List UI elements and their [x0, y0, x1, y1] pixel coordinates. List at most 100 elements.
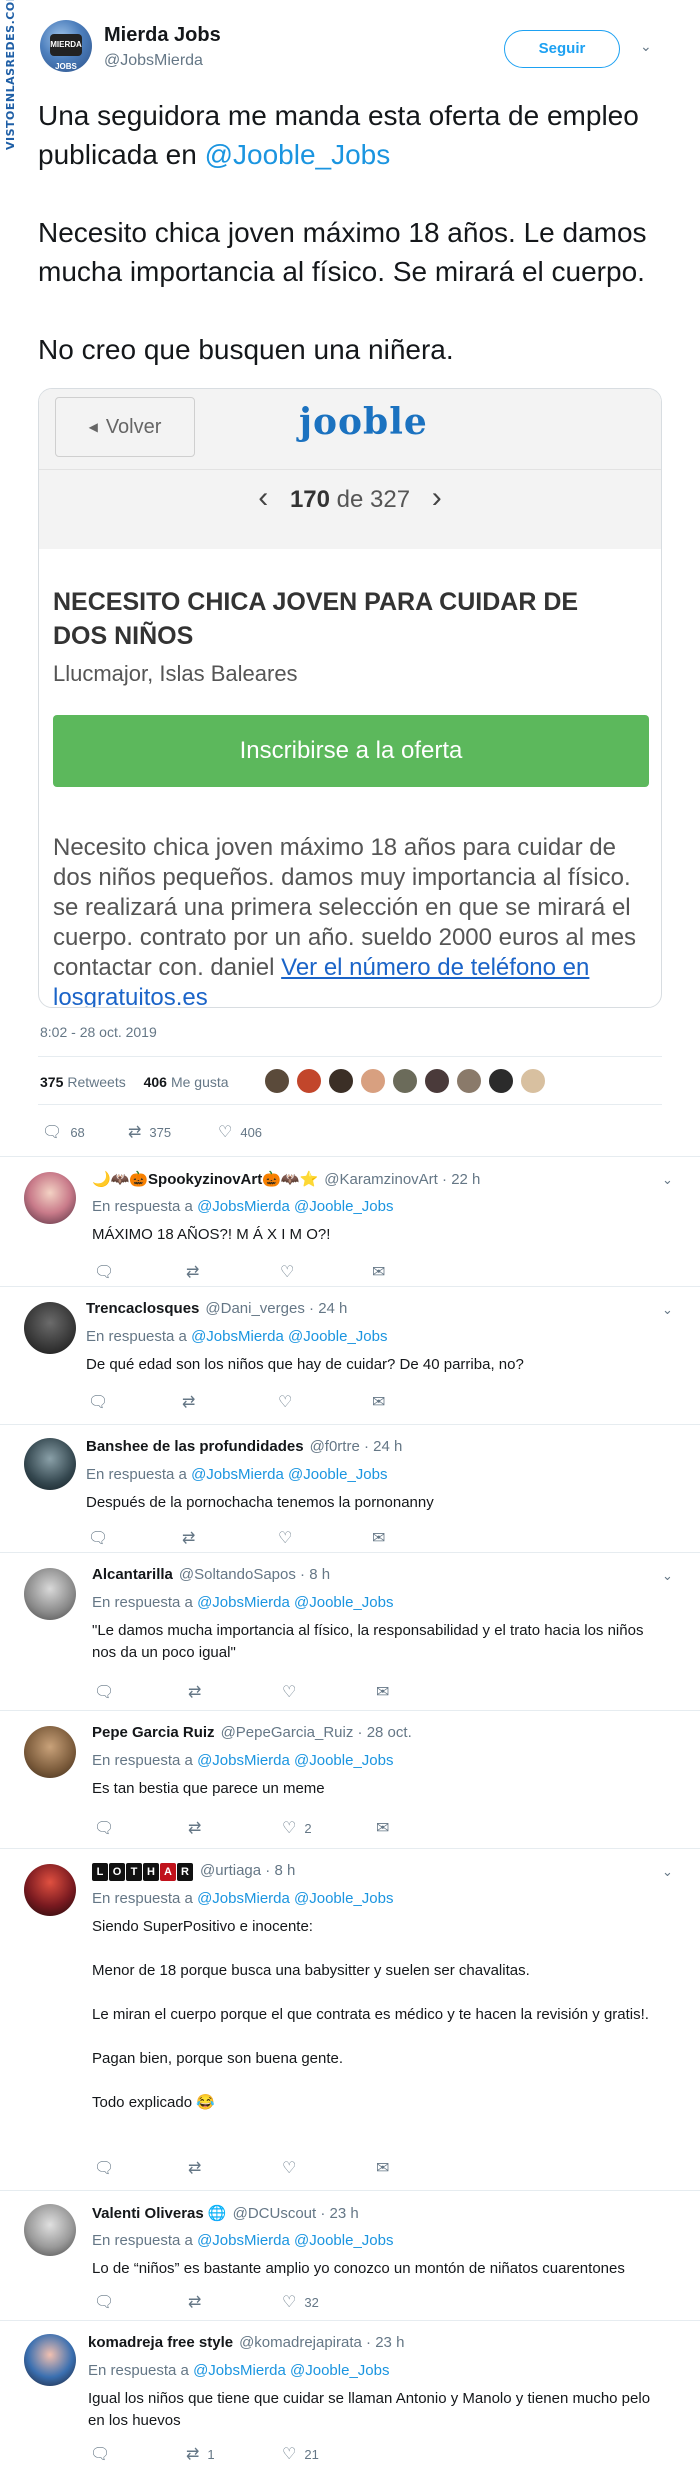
like-action[interactable]: ♡ 2	[282, 1818, 312, 1838]
mention-link[interactable]: @Jooble_Jobs	[294, 1198, 393, 1215]
reply-author[interactable]: Banshee de las profundidades	[86, 1438, 304, 1455]
avatar[interactable]	[24, 2204, 76, 2256]
retweet-count[interactable]: 375	[40, 1074, 63, 1090]
mention-link[interactable]: @JobsMierda	[197, 1752, 290, 1769]
mention-link[interactable]: @JobsMierda	[193, 2362, 286, 2379]
reply-author[interactable]: Trencaclosques	[86, 1300, 199, 1317]
mention-link[interactable]: @JobsMierda	[197, 2232, 290, 2249]
reply-action[interactable]: 🗨	[94, 2158, 114, 2178]
reply-time[interactable]: 28 oct.	[367, 1724, 412, 1741]
mention-link[interactable]: @Jooble_Jobs	[294, 1890, 393, 1907]
reply-handle[interactable]: @SoltandoSapos	[179, 1566, 296, 1583]
like-action[interactable]: ♡	[280, 1262, 294, 1282]
timestamp[interactable]: 8:02 - 28 oct. 2019	[40, 1024, 157, 1040]
chevron-down-icon[interactable]: ⌄	[640, 38, 652, 54]
reply-author[interactable]: Pepe Garcia Ruiz	[92, 1724, 215, 1741]
reply-time[interactable]: 8 h	[309, 1566, 330, 1583]
avatar[interactable]	[24, 1172, 76, 1224]
message-action[interactable]: ✉	[376, 1818, 389, 1838]
message-action[interactable]: ✉	[372, 1528, 385, 1548]
mention-link[interactable]: @JobsMierda	[191, 1328, 284, 1345]
reply-handle[interactable]: @PepeGarcia_Ruiz	[221, 1724, 354, 1741]
mention-link[interactable]: @JobsMierda	[197, 1594, 290, 1611]
reply-tweet[interactable]: komadreja free style @komadrejapirata · 2…	[0, 2320, 700, 2471]
mention-link[interactable]: @JobsMierda	[197, 1198, 290, 1215]
retweet-action[interactable]: ⇄ 1	[186, 2444, 215, 2464]
reply-action[interactable]: 🗨	[88, 1528, 108, 1548]
reply-time[interactable]: 23 h	[375, 2334, 404, 2351]
avatar[interactable]	[328, 1068, 354, 1094]
mention-link[interactable]: @JobsMierda	[191, 1466, 284, 1483]
message-action[interactable]: ✉	[376, 2158, 389, 2178]
like-action[interactable]: ♡ 32	[282, 2292, 319, 2312]
mention-link[interactable]: @Jooble_Jobs	[294, 2232, 393, 2249]
reply-action[interactable]: 🗨	[94, 2292, 114, 2312]
reply-handle[interactable]: @urtiaga	[200, 1862, 261, 1879]
chevron-down-icon[interactable]: ⌄	[662, 1568, 673, 1584]
message-action[interactable]: ✉	[372, 1262, 385, 1282]
retweet-action[interactable]: ⇄	[182, 1528, 195, 1548]
retweet-action[interactable]: ⇄	[188, 2158, 201, 2178]
reply-author[interactable]: LOTHAR	[92, 1862, 194, 1881]
retweet-action[interactable]: ⇄	[182, 1392, 195, 1412]
reply-action[interactable]: 🗨	[94, 1818, 114, 1838]
follow-button[interactable]: Seguir	[504, 30, 620, 68]
avatar[interactable]	[264, 1068, 290, 1094]
reply-author[interactable]: Valenti Oliveras 🌐	[92, 2205, 227, 2222]
avatar[interactable]	[456, 1068, 482, 1094]
reply-tweet[interactable]: Trencaclosques @Dani_verges · 24 h ⌄ En r…	[0, 1286, 700, 1424]
retweet-action[interactable]: ⇄	[188, 1818, 201, 1838]
mention-link[interactable]: @Jooble_Jobs	[205, 139, 391, 170]
avatar[interactable]	[24, 1864, 76, 1916]
reply-tweet[interactable]: Pepe Garcia Ruiz @PepeGarcia_Ruiz · 28 oc…	[0, 1710, 700, 1848]
avatar[interactable]: MIERDA JOBS	[40, 20, 92, 72]
author-handle[interactable]: @JobsMierda	[104, 52, 203, 70]
reply-action[interactable]: 🗨	[88, 1392, 108, 1412]
reply-time[interactable]: 23 h	[330, 2205, 359, 2222]
reply-author[interactable]: 🌙🦇🎃SpookyzinovArt🎃🦇⭐	[92, 1171, 318, 1188]
reply-handle[interactable]: @komadrejapirata	[239, 2334, 362, 2351]
reply-tweet[interactable]: Valenti Oliveras 🌐 @DCUscout · 23 h En re…	[0, 2190, 700, 2320]
reply-tweet[interactable]: L O T H A R @urtiaga · 8 h ⌄ En respuesta a @J…	[0, 1848, 700, 2190]
avatar[interactable]	[392, 1068, 418, 1094]
avatar[interactable]	[424, 1068, 450, 1094]
reply-handle[interactable]: @DCUscout	[233, 2205, 317, 2222]
reply-action[interactable]: 🗨 68	[42, 1122, 85, 1142]
avatar[interactable]	[24, 2334, 76, 2386]
reply-tweet[interactable]: Banshee de las profundidades @f0rtre · 24…	[0, 1424, 700, 1552]
retweet-action[interactable]: ⇄	[188, 2292, 201, 2312]
avatar[interactable]	[24, 1568, 76, 1620]
avatar[interactable]	[296, 1068, 322, 1094]
reply-action[interactable]: 🗨	[94, 1262, 114, 1282]
reply-author[interactable]: Alcantarilla	[92, 1566, 173, 1583]
chevron-down-icon[interactable]: ⌄	[662, 1864, 673, 1880]
reply-handle[interactable]: @KaramzinovArt	[324, 1171, 438, 1188]
avatar[interactable]	[520, 1068, 546, 1094]
mention-link[interactable]: @Jooble_Jobs	[288, 1466, 387, 1483]
like-action[interactable]: ♡ 406	[218, 1122, 262, 1142]
author-name[interactable]: Mierda Jobs	[104, 24, 221, 47]
reply-time[interactable]: 8 h	[274, 1862, 295, 1879]
retweet-action[interactable]: ⇄ 375	[128, 1122, 171, 1142]
message-action[interactable]: ✉	[372, 1392, 385, 1412]
reply-handle[interactable]: @Dani_verges	[205, 1300, 304, 1317]
avatar[interactable]	[24, 1302, 76, 1354]
like-action[interactable]: ♡	[282, 2158, 296, 2178]
reply-action[interactable]: 🗨	[94, 1682, 114, 1702]
embedded-image[interactable]: ◀ Volver jooble ‹ 170 de 327 › NECESITO C…	[38, 388, 662, 1008]
reply-time[interactable]: 24 h	[373, 1438, 402, 1455]
message-action[interactable]: ✉	[376, 1682, 389, 1702]
chevron-down-icon[interactable]: ⌄	[662, 1172, 673, 1188]
reply-handle[interactable]: @f0rtre	[310, 1438, 360, 1455]
reply-author[interactable]: komadreja free style	[88, 2334, 233, 2351]
like-action[interactable]: ♡	[278, 1528, 292, 1548]
like-count[interactable]: 406	[144, 1074, 167, 1090]
mention-link[interactable]: @Jooble_Jobs	[288, 1328, 387, 1345]
mention-link[interactable]: @Jooble_Jobs	[294, 1594, 393, 1611]
like-action[interactable]: ♡ 21	[282, 2444, 319, 2464]
reply-tweet[interactable]: 🌙🦇🎃SpookyzinovArt🎃🦇⭐ @KaramzinovArt · 22 …	[0, 1156, 700, 1286]
avatar[interactable]	[360, 1068, 386, 1094]
chevron-down-icon[interactable]: ⌄	[662, 1302, 673, 1318]
reply-time[interactable]: 24 h	[318, 1300, 347, 1317]
avatar[interactable]	[488, 1068, 514, 1094]
